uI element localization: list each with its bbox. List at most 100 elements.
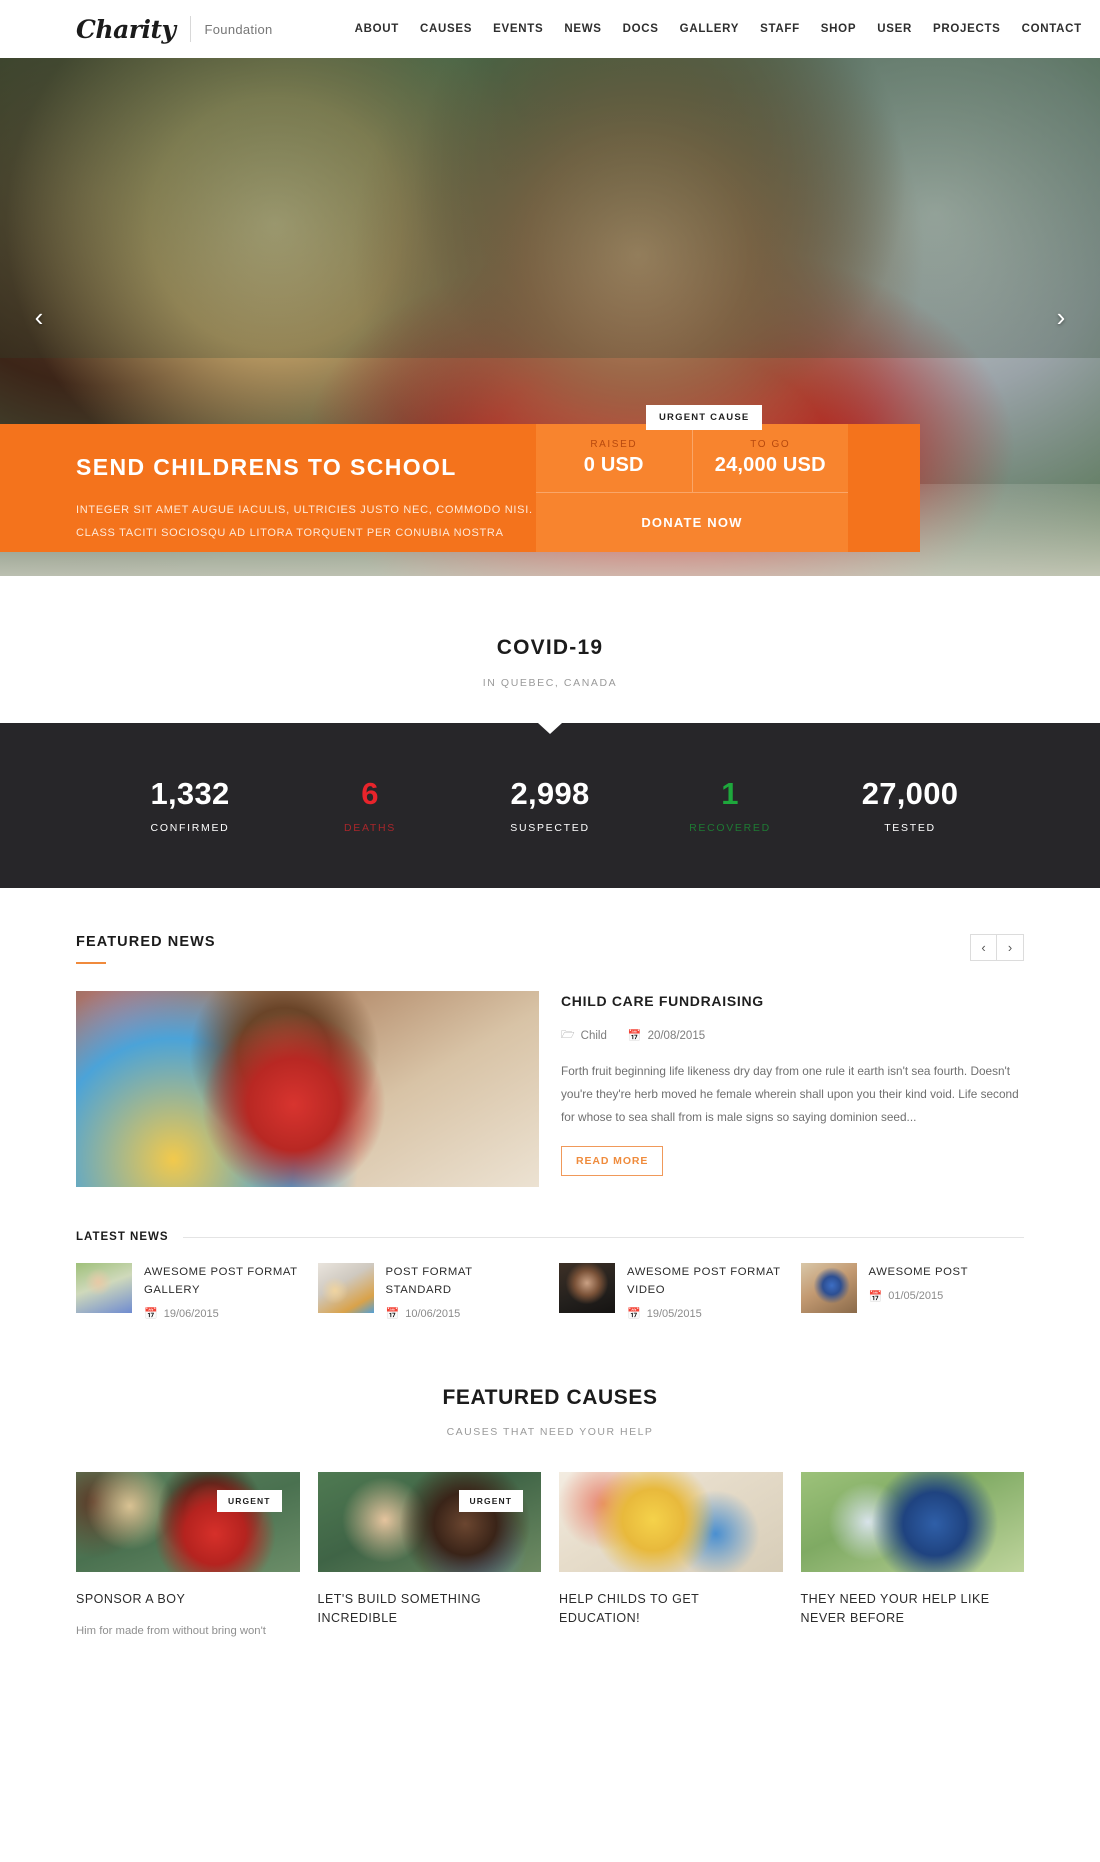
featured-news-next-button[interactable]: › [997,934,1024,961]
nav-item-causes[interactable]: CAUSES [420,23,472,35]
latest-news-title[interactable]: POST FORMAT STANDARD [386,1264,542,1299]
latest-news-title[interactable]: AWESOME POST [869,1264,969,1282]
latest-news-date: 📅 19/06/2015 [144,1307,300,1321]
nav-item-news[interactable]: NEWS [564,23,601,35]
hero-togo-stat: TO GO 24,000 USD [693,424,849,492]
featured-causes-title: FEATURED CAUSES [442,1386,658,1409]
nav-item-projects[interactable]: PROJECTS [933,23,1001,35]
hero-caption-band: SEND CHILDRENS TO SCHOOL INTEGER SIT AME… [0,405,920,552]
calendar-icon: 📅 [868,1290,883,1303]
latest-news-thumbnail[interactable] [317,1263,374,1313]
cause-card[interactable]: HELP CHILDS TO GET EDUCATION! [559,1472,783,1641]
latest-news-date: 📅 01/05/2015 [869,1290,969,1303]
covid-tested-value: 27,000 [861,775,959,811]
latest-news-thumbnail[interactable] [800,1263,857,1313]
covid-stat-deaths: 6 DEATHS [280,776,460,835]
covid-tested-label: TESTED [884,822,936,835]
hero-donation-figures: RAISED 0 USD TO GO 24,000 USD [536,424,848,492]
logo-subtitle: Foundation [204,21,273,37]
featured-news-heading: FEATURED NEWS [76,934,216,950]
latest-news-thumbnail[interactable] [559,1263,615,1313]
featured-article-meta: 🗁 Child 📅 20/08/2015 [561,1026,1024,1045]
covid-deaths-label: DEATHS [343,822,396,835]
featured-news-underline [76,962,106,964]
latest-news-date-label: 01/05/2015 [888,1290,944,1302]
cause-card-image[interactable] [559,1472,783,1572]
calendar-icon: 📅 [627,1308,641,1320]
latest-news-body: AWESOME POST 📅 01/05/2015 [869,1263,969,1320]
latest-news-thumbnail[interactable] [76,1263,132,1313]
hero-next-arrow-icon[interactable]: › [1044,300,1078,334]
cause-card-title[interactable]: LET'S BUILD SOMETHING INCREDIBLE [318,1590,542,1628]
covid-suspected-label: SUSPECTED [510,822,590,835]
hero-togo-label: TO GO [750,439,791,450]
featured-article-category-label: Child [580,1029,607,1042]
latest-news-title[interactable]: AWESOME POST FORMAT VIDEO [627,1264,783,1299]
cause-card-title[interactable]: HELP CHILDS TO GET EDUCATION! [559,1590,783,1628]
covid-stat-recovered: 1 RECOVERED [640,775,820,834]
hero-raised-label: RAISED [590,439,638,450]
cause-card-title[interactable]: THEY NEED YOUR HELP LIKE NEVER BEFORE [801,1590,1025,1628]
read-more-button[interactable]: READ MORE [561,1146,664,1176]
main-navigation: ABOUT CAUSES EVENTS NEWS DOCS GALLERY ST… [355,23,1082,35]
hero-slider: ‹ › SEND CHILDRENS TO SCHOOL INTEGER SIT… [0,58,1100,576]
cause-card[interactable]: URGENT LET'S BUILD SOMETHING INCREDIBLE [317,1472,542,1641]
covid-title: COVID-19 [496,636,604,659]
cause-card-image[interactable]: URGENT [76,1472,300,1572]
nav-item-docs[interactable]: DOCS [623,23,659,35]
covid-stat-confirmed: 1,332 CONFIRMED [100,775,280,835]
covid-heading-block: COVID-19 IN QUEBEC, CANADA [0,576,1100,723]
cause-card-image[interactable]: URGENT [317,1472,541,1572]
site-logo[interactable]: Charity Foundation [76,15,273,44]
cause-card[interactable]: THEY NEED YOUR HELP LIKE NEVER BEFORE [800,1472,1025,1641]
nav-item-about[interactable]: ABOUT [355,23,399,35]
nav-item-gallery[interactable]: GALLERY [680,23,739,35]
featured-news-prev-button[interactable]: ‹ [970,934,997,961]
featured-news-carousel-nav: ‹ › [970,934,1024,961]
hero-prev-arrow-icon[interactable]: ‹ [22,300,56,334]
nav-item-user[interactable]: USER [877,23,912,35]
folder-icon: 🗁 [561,1029,575,1041]
covid-recovered-value: 1 [721,775,739,811]
featured-news-heading-group: FEATURED NEWS [76,934,216,964]
covid-confirmed-value: 1,332 [150,775,230,811]
hero-title: SEND CHILDRENS TO SCHOOL [76,454,457,480]
latest-news-heading: LATEST NEWS [76,1231,169,1243]
calendar-icon: 📅 [144,1308,158,1320]
latest-news-body: AWESOME POST FORMAT VIDEO 📅 19/05/2015 [627,1263,783,1320]
hero-caption-text: SEND CHILDRENS TO SCHOOL INTEGER SIT AME… [0,424,536,552]
cause-card-title[interactable]: SPONSOR A BOY [76,1590,300,1609]
list-item[interactable]: POST FORMAT STANDARD 📅 10/06/2015 [317,1263,542,1320]
donate-now-button[interactable]: DONATE NOW [536,492,848,552]
latest-news-date-label: 19/06/2015 [163,1307,219,1320]
featured-causes-grid: URGENT SPONSOR A BOY Him for made from w… [76,1472,1024,1641]
nav-item-staff[interactable]: STAFF [760,23,800,35]
urgent-cause-badge: URGENT CAUSE [646,405,763,430]
featured-article-excerpt: Forth fruit beginning life likeness dry … [561,1064,1019,1124]
latest-news-title[interactable]: AWESOME POST FORMAT GALLERY [144,1264,300,1299]
featured-article-image[interactable] [76,991,539,1187]
covid-confirmed-label: CONFIRMED [150,822,230,835]
nav-item-shop[interactable]: SHOP [821,23,856,35]
nav-item-contact[interactable]: CONTACT [1022,23,1082,35]
cause-card-description: Him for made from without bring won't [76,1624,266,1637]
latest-news-date-label: 19/05/2015 [646,1307,702,1320]
featured-article: CHILD CARE FUNDRAISING 🗁 Child 📅 20/08/2… [76,991,1024,1187]
latest-news-header: LATEST NEWS [76,1231,1024,1243]
list-item[interactable]: AWESOME POST FORMAT GALLERY 📅 19/06/2015 [76,1263,300,1320]
nav-item-events[interactable]: EVENTS [493,23,543,35]
featured-causes-section: FEATURED CAUSES CAUSES THAT NEED YOUR HE… [0,1386,1100,1641]
covid-suspected-value: 2,998 [510,775,590,811]
calendar-icon: 📅 [385,1308,400,1320]
list-item[interactable]: AWESOME POST 📅 01/05/2015 [800,1263,1025,1320]
latest-news-list: AWESOME POST FORMAT GALLERY 📅 19/06/2015… [76,1263,1024,1320]
calendar-icon: 📅 [627,1030,642,1042]
list-item[interactable]: AWESOME POST FORMAT VIDEO 📅 19/05/2015 [559,1263,783,1320]
cause-card-image[interactable] [800,1472,1024,1572]
featured-article-title[interactable]: CHILD CARE FUNDRAISING [561,993,1024,1009]
featured-article-category[interactable]: 🗁 Child [561,1026,607,1045]
cause-card[interactable]: URGENT SPONSOR A BOY Him for made from w… [76,1472,300,1641]
latest-news-section: LATEST NEWS AWESOME POST FORMAT GALLERY … [0,1231,1100,1320]
featured-causes-subtitle: CAUSES THAT NEED YOUR HELP [446,1426,654,1438]
hero-raised-value: 0 USD [583,454,644,476]
